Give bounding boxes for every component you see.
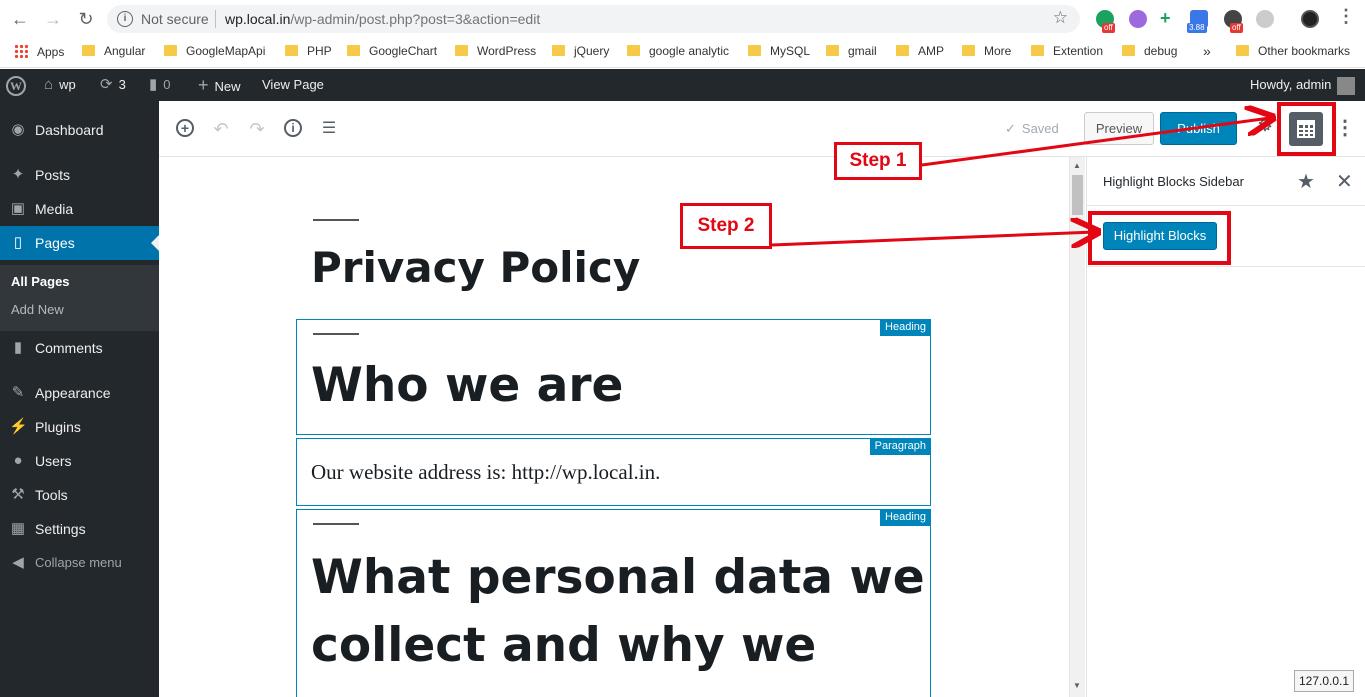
annotation-arrows <box>771 0 1365 697</box>
status-url-tooltip: 127.0.0.1 <box>1294 670 1354 692</box>
step2-label: Step 2 <box>680 203 772 249</box>
step1-arrow <box>921 118 1270 167</box>
step1-label: Step 1 <box>834 142 922 180</box>
step2-arrow <box>771 232 1095 245</box>
